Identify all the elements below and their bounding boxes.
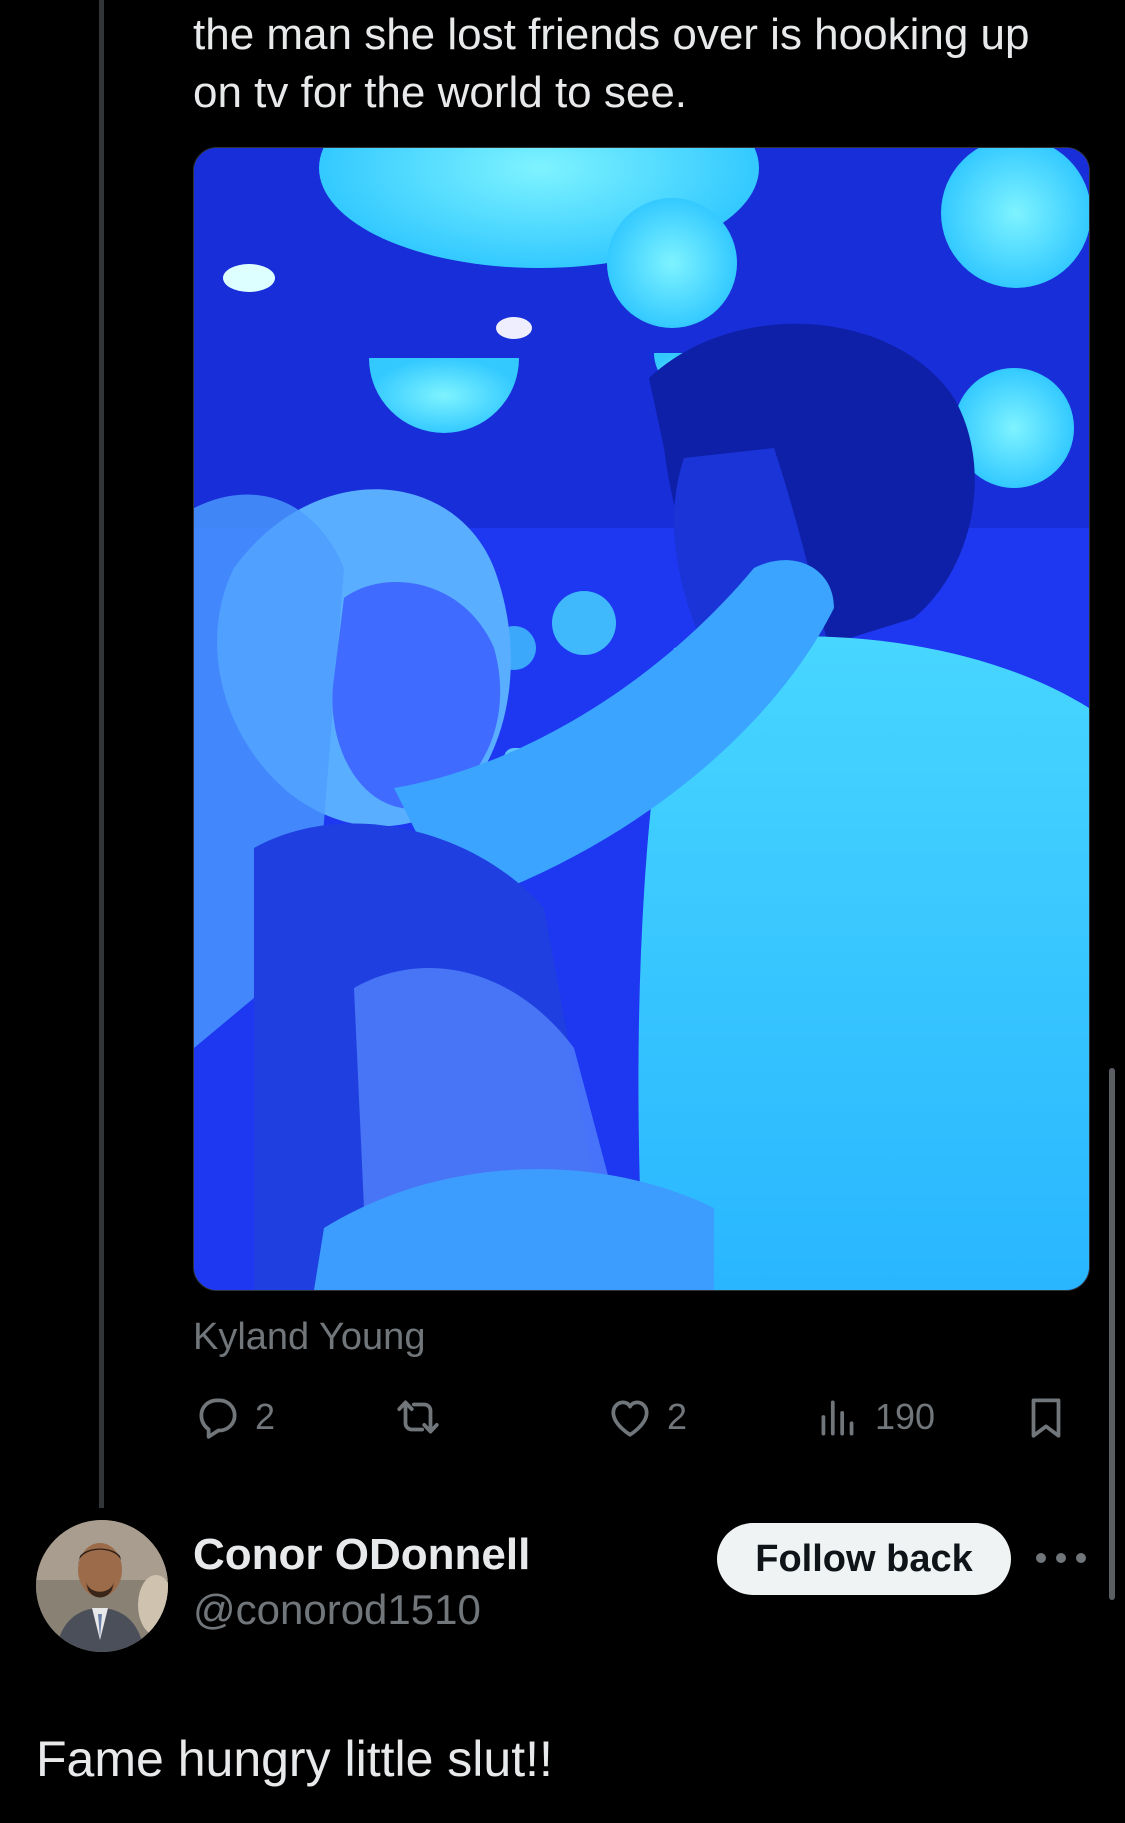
reply-count: 2	[255, 1396, 276, 1437]
reply-action[interactable]: 2	[193, 1389, 275, 1445]
avatar[interactable]	[36, 1520, 168, 1652]
scrollbar[interactable]	[1109, 1068, 1115, 1600]
bookmark-icon	[1031, 1398, 1061, 1438]
views-action[interactable]: 190	[813, 1389, 935, 1445]
more-options-button[interactable]	[1036, 1540, 1086, 1576]
thread-connector-line	[99, 0, 104, 1508]
more-dots-icon	[1056, 1553, 1066, 1563]
bar-chart-icon	[821, 1400, 854, 1436]
views-count: 190	[875, 1396, 936, 1437]
media-caption[interactable]: Kyland Young	[193, 1316, 425, 1359]
repost-icon	[397, 1400, 439, 1434]
reply-display-name[interactable]: Conor ODonnell	[193, 1530, 530, 1580]
bookmark-action[interactable]	[1021, 1389, 1071, 1445]
tweet-text: the man she lost friends over is hooking…	[193, 6, 1093, 122]
heart-icon	[611, 1400, 649, 1437]
more-dots-icon	[1076, 1553, 1086, 1563]
follow-back-button[interactable]: Follow back	[717, 1523, 1011, 1595]
like-count: 2	[667, 1396, 688, 1437]
speech-bubble-icon	[199, 1398, 237, 1439]
more-dots-icon	[1036, 1553, 1046, 1563]
like-action[interactable]: 2	[605, 1389, 687, 1445]
tweet-action-bar: 2 2 190	[193, 1389, 1073, 1445]
tweet-text-line-2: on tv for the world to see.	[193, 68, 688, 117]
tweet-text-line-1: the man she lost friends over is hooking…	[193, 10, 1030, 59]
avatar-photo	[36, 1520, 168, 1652]
reply-text: Fame hungry little slut!!	[36, 1731, 553, 1787]
reply-handle[interactable]: @conorod1510	[193, 1586, 481, 1634]
tweet-media-image[interactable]	[193, 147, 1090, 1291]
repost-action[interactable]	[393, 1389, 455, 1445]
media-photo-illustration	[194, 148, 1089, 1290]
